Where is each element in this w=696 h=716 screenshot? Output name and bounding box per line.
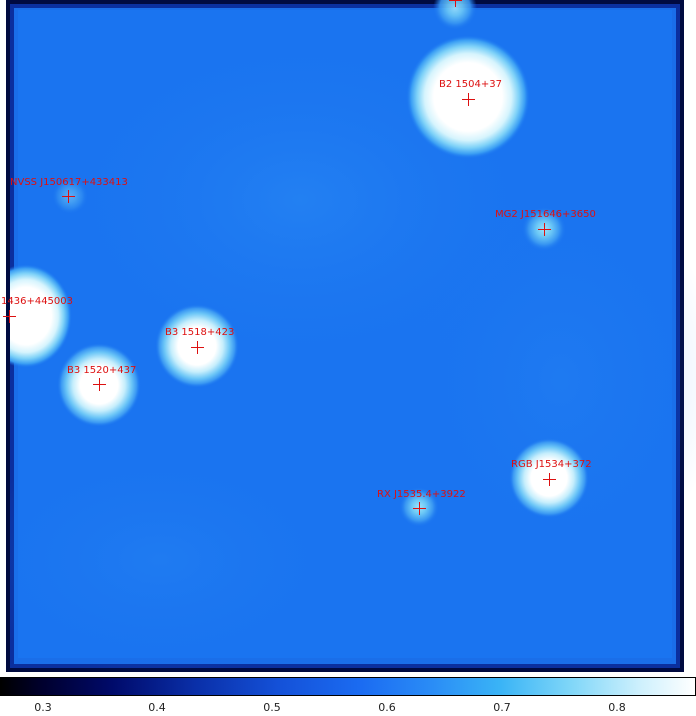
source-blob-b3-1520 <box>57 343 141 427</box>
colorbar-tick-label: 0.6 <box>378 701 396 714</box>
colorbar-tick-label: 0.7 <box>493 701 511 714</box>
colorbar-tick-label: 0.5 <box>263 701 281 714</box>
source-blob-rx-j1535 <box>399 487 439 527</box>
sky-map: B2 1504+37 NVSS J150617+433413 MG2 J1516… <box>0 0 696 676</box>
source-blob-mg2 <box>522 207 566 251</box>
colorbar-tick-label: 0.3 <box>34 701 52 714</box>
colorbar-tick-label: 0.8 <box>608 701 626 714</box>
source-blob-b3-1518 <box>155 304 239 388</box>
source-blob-b2-1504 <box>406 35 530 159</box>
source-blob-rgb-j1534 <box>509 438 589 518</box>
sky-map-image <box>0 0 696 676</box>
colorbar <box>0 677 696 696</box>
source-blob-nvss <box>52 178 88 214</box>
colorbar-tick-label: 0.4 <box>148 701 166 714</box>
